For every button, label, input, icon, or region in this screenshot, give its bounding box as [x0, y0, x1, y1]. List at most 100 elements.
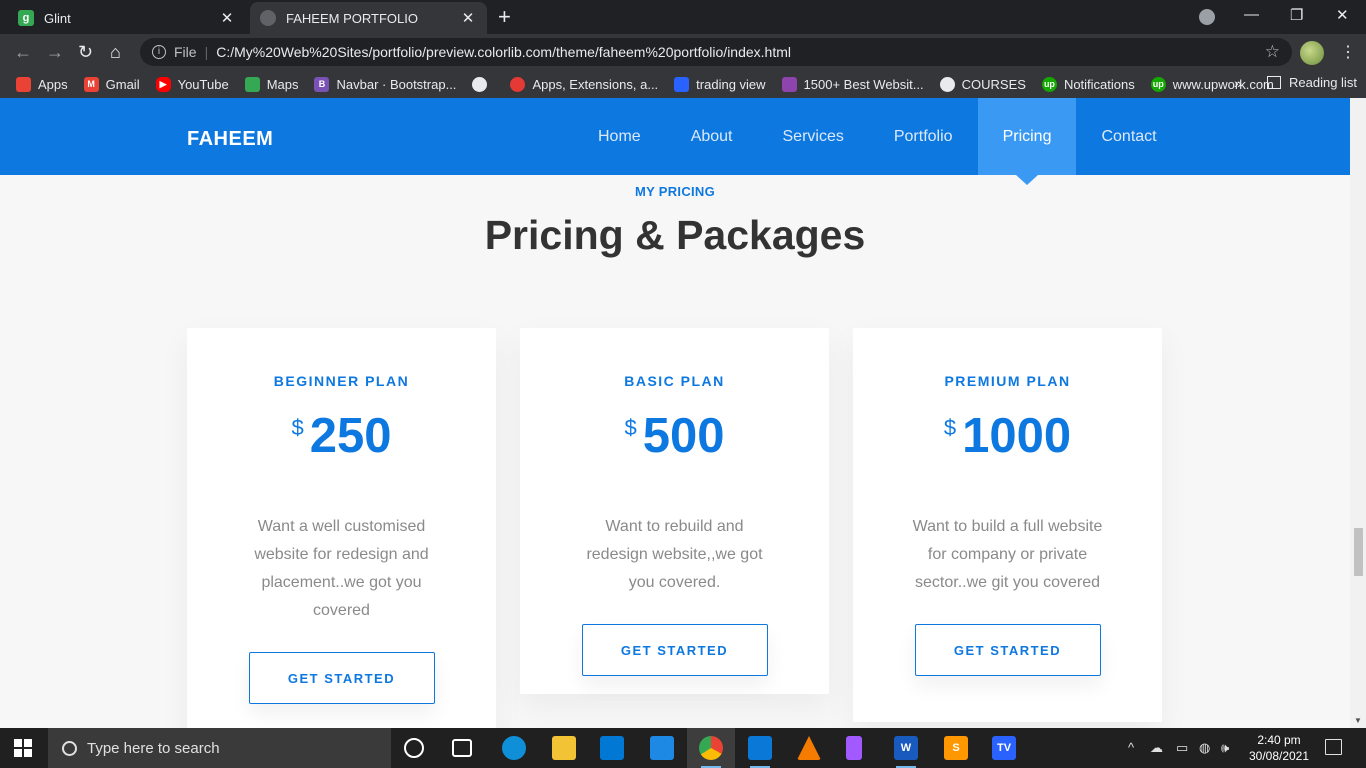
store-icon[interactable] — [600, 736, 624, 760]
plan-name: BEGINNER PLAN — [273, 373, 410, 389]
pricing-card-premium: PREMIUM PLAN $ 1000 Want to build a full… — [853, 328, 1162, 722]
page-scrollbar[interactable]: ▼ — [1350, 98, 1366, 728]
vscode-icon[interactable] — [748, 736, 772, 768]
plan-price: $ 1000 — [853, 409, 1162, 469]
minimize-icon[interactable]: — — [1244, 6, 1259, 23]
bookmark-tradingview[interactable]: trading view — [674, 76, 766, 92]
tab-search-dropdown-icon[interactable] — [1199, 9, 1215, 25]
reload-icon[interactable]: ↻ — [78, 42, 93, 62]
scroll-down-arrow-icon[interactable]: ▼ — [1354, 716, 1362, 725]
more-menu-icon[interactable]: ⋮ — [1340, 42, 1356, 62]
address-separator: | — [204, 44, 209, 60]
colorlib-icon — [781, 76, 797, 92]
new-tab-plus-icon[interactable]: + — [498, 6, 511, 28]
close-tab-icon[interactable]: ✕ — [218, 9, 236, 27]
nav-contact[interactable]: Contact — [1076, 98, 1181, 175]
cortana-icon[interactable] — [404, 738, 424, 758]
reading-list-icon — [1267, 76, 1281, 89]
glint-favicon-icon: g — [18, 10, 34, 26]
taskbar-search[interactable]: Type here to search — [48, 728, 391, 768]
search-placeholder: Type here to search — [87, 739, 220, 757]
volume-icon[interactable]: 🕪 — [1221, 740, 1229, 756]
vlc-icon[interactable] — [797, 736, 821, 760]
extension-icon — [510, 76, 526, 92]
upwork-icon: up — [1150, 76, 1166, 92]
bookmark-bootstrap[interactable]: B Navbar · Bootstrap... — [314, 76, 456, 92]
upwork-icon: up — [1041, 76, 1057, 92]
globe-icon — [472, 76, 488, 92]
url-text[interactable]: C:/My%20Web%20Sites/portfolio/preview.co… — [216, 44, 791, 60]
windows-start-icon[interactable] — [14, 739, 32, 757]
browser-toolbar: ← → ↻ ⌂ i File | C:/My%20Web%20Sites/por… — [0, 34, 1366, 70]
bookmark-upwork[interactable]: up www.upwork.com — [1150, 76, 1274, 92]
restore-icon[interactable]: ❐ — [1290, 6, 1303, 24]
plan-price: $ 500 — [520, 409, 829, 469]
address-bar[interactable]: i File | C:/My%20Web%20Sites/portfolio/p… — [140, 38, 1292, 66]
battery-icon[interactable]: ▭ — [1176, 740, 1188, 756]
file-explorer-icon[interactable] — [552, 736, 576, 760]
network-icon[interactable]: ◍ — [1199, 740, 1210, 756]
nav-portfolio[interactable]: Portfolio — [869, 98, 978, 175]
globe-icon — [939, 76, 955, 92]
forward-arrow-icon[interactable]: → — [46, 42, 64, 62]
tab-glint[interactable]: g Glint ✕ — [8, 2, 246, 34]
bookmarks-bar: Apps M Gmail ▶ YouTube Maps B Navbar · Boot… — [0, 70, 1366, 98]
get-started-button[interactable]: GET STARTED — [581, 624, 768, 676]
clock-time: 2:40 pm — [1257, 733, 1301, 747]
plan-description: Want to rebuild and redesign website,,we… — [586, 518, 763, 591]
close-tab-icon[interactable]: ✕ — [459, 9, 477, 27]
tab-title: FAHEEM PORTFOLIO — [286, 10, 418, 26]
nav-home[interactable]: Home — [573, 98, 666, 175]
bookmark-maps[interactable]: Maps — [244, 76, 298, 92]
onedrive-icon[interactable]: ☁ — [1150, 740, 1163, 756]
bookmark-notifications[interactable]: up Notifications — [1041, 76, 1135, 92]
main-nav: Home About Services Portfolio Pricing Co… — [573, 98, 1182, 185]
chrome-icon[interactable] — [699, 736, 723, 768]
site-info-icon[interactable]: i — [152, 45, 166, 59]
figma-icon[interactable] — [846, 736, 862, 760]
mail-icon[interactable] — [650, 736, 674, 760]
bookmark-star-icon[interactable]: ☆ — [1265, 42, 1280, 62]
price-amount: 500 — [642, 409, 725, 463]
home-icon[interactable]: ⌂ — [110, 42, 121, 62]
word-icon[interactable]: W — [894, 736, 918, 768]
maps-icon — [244, 76, 260, 92]
bookmark-apps[interactable]: Apps — [16, 76, 68, 92]
tab-faheem-portfolio[interactable]: FAHEEM PORTFOLIO ✕ — [250, 2, 487, 34]
nav-about[interactable]: About — [666, 98, 758, 175]
get-started-button[interactable]: GET STARTED — [914, 624, 1101, 676]
back-arrow-icon[interactable]: ← — [14, 42, 32, 62]
bookmark-globe[interactable] — [472, 76, 494, 92]
nav-services[interactable]: Services — [758, 98, 869, 175]
search-icon — [62, 740, 77, 756]
scheme-label: File — [174, 44, 197, 60]
sublime-text-icon[interactable]: S — [944, 736, 968, 760]
tradingview-app-icon[interactable]: TV — [992, 736, 1016, 760]
bookmark-gmail[interactable]: M Gmail — [83, 76, 140, 92]
site-logo[interactable]: FAHEEM — [187, 128, 273, 151]
show-hidden-icons-icon[interactable]: ^ — [1128, 740, 1134, 755]
bookmarks-overflow-icon[interactable]: » — [1234, 75, 1242, 91]
currency-symbol: $ — [624, 415, 637, 440]
site-header: FAHEEM Home About Services Portfolio Pri… — [0, 98, 1350, 185]
task-view-icon[interactable] — [452, 739, 472, 757]
taskbar-clock[interactable]: 2:40 pm 30/08/2021 — [1248, 732, 1310, 764]
bookmark-colorlib[interactable]: 1500+ Best Websit... — [781, 76, 924, 92]
edge-icon[interactable] — [502, 736, 526, 760]
globe-favicon-icon — [260, 10, 276, 26]
reading-list-button[interactable]: Reading list — [1267, 75, 1357, 90]
close-window-icon[interactable]: ✕ — [1336, 6, 1349, 24]
tab-title: Glint — [44, 10, 71, 26]
scrollbar-thumb[interactable] — [1354, 528, 1363, 576]
bookmark-youtube[interactable]: ▶ YouTube — [155, 76, 229, 92]
pricing-card-beginner: BEGINNER PLAN $ 250 Want a well customis… — [187, 328, 496, 728]
tradingview-icon — [674, 76, 690, 92]
action-center-icon[interactable] — [1325, 739, 1342, 755]
currency-symbol: $ — [291, 415, 304, 440]
profile-avatar[interactable] — [1300, 41, 1324, 65]
get-started-button[interactable]: GET STARTED — [248, 652, 435, 704]
apps-grid-icon — [16, 76, 31, 92]
bookmark-courses[interactable]: COURSES — [939, 76, 1026, 92]
nav-pricing[interactable]: Pricing — [977, 98, 1077, 185]
bookmark-extensions[interactable]: Apps, Extensions, a... — [510, 76, 658, 92]
